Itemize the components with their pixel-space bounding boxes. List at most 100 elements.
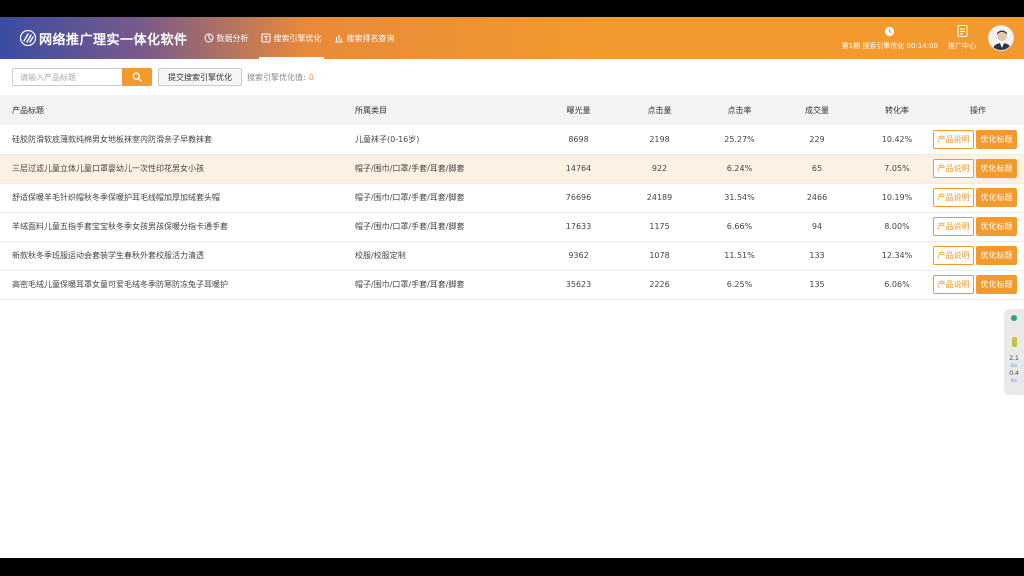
timer-text: 第1期 搜索引擎优化 00:14:00	[841, 41, 938, 50]
app-logo: 网络推广理实一体化软件	[20, 17, 188, 59]
search-input[interactable]	[12, 68, 122, 86]
cell-ctr: 6.25%	[707, 270, 772, 300]
nav-seo[interactable]: 搜索引擎优化	[255, 17, 328, 59]
seo-icon	[261, 33, 271, 43]
header-category: 所属类目	[355, 95, 545, 125]
cell-clicks: 1175	[612, 212, 707, 242]
download-unit: K/s	[1010, 378, 1018, 383]
cell-category: 帽子/围巾/口罩/手套/耳套/脚套	[355, 154, 545, 184]
document-icon	[957, 25, 967, 37]
cell-category: 帽子/围巾/口罩/手套/耳套/脚套	[355, 183, 545, 213]
cell-conversion: 10.19%	[862, 183, 932, 213]
search-button[interactable]	[122, 68, 152, 86]
cell-actions: 产品说明 优化标题	[932, 241, 1024, 271]
cell-actions: 产品说明 优化标题	[932, 183, 1024, 213]
promotion-center[interactable]: 推广中心	[948, 25, 976, 51]
product-desc-button[interactable]: 产品说明	[933, 275, 974, 294]
nav-rank-query[interactable]: 搜索排名查询	[328, 17, 401, 59]
cell-clicks: 2198	[612, 125, 707, 155]
product-desc-button[interactable]: 产品说明	[933, 159, 974, 178]
product-desc-button[interactable]: 产品说明	[933, 188, 974, 207]
cell-clicks: 1078	[612, 241, 707, 271]
optimize-title-button[interactable]: 优化标题	[976, 129, 1017, 149]
cell-category: 儿童袜子(0-16岁)	[355, 125, 545, 155]
chart-icon	[204, 33, 214, 43]
seo-score-label: 搜索引擎优化值:	[247, 72, 306, 82]
header-tools: 第1期 搜索引擎优化 00:14:00 推广中心	[842, 17, 1024, 59]
cell-exposure: 9362	[545, 241, 612, 271]
product-desc-button[interactable]: 产品说明	[933, 129, 974, 149]
search-toolbar: 提交搜索引擎优化 搜索引擎优化值: 0	[0, 59, 1024, 95]
cell-exposure: 17633	[545, 212, 612, 242]
network-speed-widget[interactable]: 2.1 K/s 0.4 K/s	[1004, 309, 1024, 395]
cell-deals: 2466	[772, 183, 862, 213]
cell-title: 新款秋冬季班服运动会套装学生春秋外套校服活力清透	[0, 241, 355, 271]
optimize-title-button[interactable]: 优化标题	[976, 159, 1017, 178]
cell-title: 舒适保暖羊毛针织帽秋冬季保暖护耳毛线帽加厚加绒套头帽	[0, 183, 355, 213]
rank-icon	[334, 35, 343, 43]
top-navigation-bar: 网络推广理实一体化软件 数据分析 搜索引擎优化 搜索排名查询 第1期 搜索引擎优…	[0, 17, 1024, 59]
nav-label: 搜索排名查询	[346, 33, 395, 43]
cell-clicks: 2226	[612, 270, 707, 300]
user-avatar-icon	[989, 26, 1013, 50]
cell-ctr: 6.66%	[707, 212, 772, 242]
cell-actions: 产品说明 优化标题	[932, 125, 1024, 155]
header-exposure: 曝光量	[545, 95, 612, 125]
usage-bar-icon	[1011, 337, 1017, 347]
main-nav: 数据分析 搜索引擎优化 搜索排名查询	[198, 17, 401, 59]
seo-score-value: 0	[308, 72, 314, 82]
cell-deals: 229	[772, 125, 862, 155]
optimize-title-button[interactable]: 优化标题	[976, 246, 1017, 265]
table-row: 三层过滤儿童立体儿童口罩婴幼儿一次性印花男女小孩 帽子/围巾/口罩/手套/耳套/…	[0, 154, 1024, 184]
cell-category: 帽子/围巾/口罩/手套/耳套/脚套	[355, 270, 545, 300]
table-row: 高密毛绒儿童保暖耳罩女童可爱毛绒冬季防寒防冻兔子耳暖护 帽子/围巾/口罩/手套/…	[0, 270, 1024, 300]
cell-actions: 产品说明 优化标题	[932, 154, 1024, 184]
cell-title: 羊绒面料儿童五指手套宝宝秋冬季女孩男孩保暖分指卡通手套	[0, 212, 355, 242]
submit-seo-button[interactable]: 提交搜索引擎优化	[158, 68, 242, 86]
period-timer: 第1期 搜索引擎优化 00:14:00	[842, 26, 938, 51]
header-conversion: 转化率	[862, 95, 932, 125]
cell-deals: 94	[772, 212, 862, 242]
optimize-title-button[interactable]: 优化标题	[976, 217, 1017, 236]
logo-icon	[20, 30, 36, 46]
cell-ctr: 25.27%	[707, 125, 772, 155]
optimize-title-button[interactable]: 优化标题	[976, 275, 1017, 294]
status-dot-icon	[1011, 315, 1017, 321]
cell-actions: 产品说明 优化标题	[932, 270, 1024, 300]
table-header-row: 产品标题 所属类目 曝光量 点击量 点击率 成交量 转化率 操作	[0, 95, 1024, 125]
cell-exposure: 14764	[545, 154, 612, 184]
cell-exposure: 35623	[545, 270, 612, 300]
table-row: 羊绒面料儿童五指手套宝宝秋冬季女孩男孩保暖分指卡通手套 帽子/围巾/口罩/手套/…	[0, 212, 1024, 242]
nav-label: 搜索引擎优化	[273, 33, 322, 43]
header-title: 产品标题	[0, 95, 355, 125]
cell-deals: 133	[772, 241, 862, 271]
product-desc-button[interactable]: 产品说明	[933, 246, 974, 265]
product-table: 产品标题 所属类目 曝光量 点击量 点击率 成交量 转化率 操作 硅胶防滑软底薄…	[0, 95, 1024, 300]
header-actions: 操作	[932, 95, 1024, 125]
app-title: 网络推广理实一体化软件	[39, 32, 188, 48]
cell-clicks: 922	[612, 154, 707, 184]
cell-exposure: 8698	[545, 125, 612, 155]
nav-label: 数据分析	[216, 33, 249, 43]
product-desc-button[interactable]: 产品说明	[933, 217, 974, 236]
cell-deals: 65	[772, 154, 862, 184]
clock-icon	[885, 26, 895, 36]
cell-title: 硅胶防滑软底薄款纯棉男女地板袜室内防滑亲子早教袜套	[0, 125, 355, 155]
table-row: 舒适保暖羊毛针织帽秋冬季保暖护耳毛线帽加厚加绒套头帽 帽子/围巾/口罩/手套/耳…	[0, 183, 1024, 213]
table-row: 硅胶防滑软底薄款纯棉男女地板袜室内防滑亲子早教袜套 儿童袜子(0-16岁) 86…	[0, 125, 1024, 155]
header-clicks: 点击量	[612, 95, 707, 125]
cell-exposure: 76696	[545, 183, 612, 213]
header-ctr: 点击率	[707, 95, 772, 125]
cell-conversion: 6.06%	[862, 270, 932, 300]
cell-ctr: 11.51%	[707, 241, 772, 271]
cell-ctr: 31.54%	[707, 183, 772, 213]
cell-conversion: 12.34%	[862, 241, 932, 271]
nav-data-analysis[interactable]: 数据分析	[198, 17, 255, 59]
cell-title: 高密毛绒儿童保暖耳罩女童可爱毛绒冬季防寒防冻兔子耳暖护	[0, 270, 355, 300]
cell-conversion: 7.05%	[862, 154, 932, 184]
cell-deals: 135	[772, 270, 862, 300]
upload-unit: K/s	[1010, 363, 1018, 368]
cell-category: 帽子/围巾/口罩/手套/耳套/脚套	[355, 212, 545, 242]
optimize-title-button[interactable]: 优化标题	[976, 188, 1017, 207]
avatar[interactable]	[988, 25, 1014, 51]
